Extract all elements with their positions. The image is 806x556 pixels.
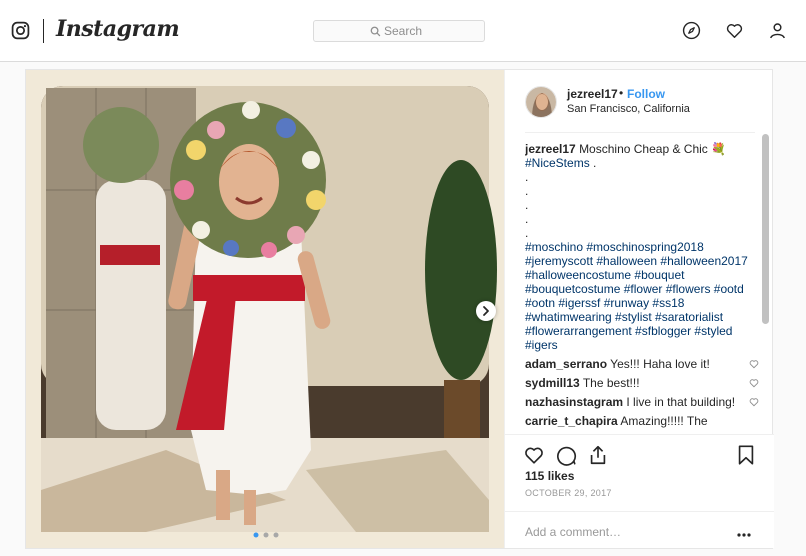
caption-dot: .: [525, 184, 529, 198]
nav-divider: [43, 19, 44, 43]
like-heart-icon[interactable]: [523, 444, 545, 466]
caption-dot: .: [525, 198, 529, 212]
comments-panel[interactable]: jezreel17 Moschino Cheap & Chic 💐 #NiceS…: [525, 142, 759, 434]
explore-compass-icon[interactable]: [682, 21, 701, 40]
caption-dot: .: [525, 170, 529, 184]
comment-text: I live in that building!: [626, 395, 736, 409]
likes-count[interactable]: 115 likes: [525, 469, 574, 483]
header-divider: [525, 132, 755, 133]
post-author-username[interactable]: jezreel17: [567, 87, 618, 101]
caption-hashtag[interactable]: #NiceStems: [525, 156, 590, 170]
post-card: jezreel17 • Follow San Francisco, Califo…: [25, 69, 774, 549]
caption-text: Moschino Cheap & Chic 💐: [579, 142, 727, 156]
comment-user[interactable]: nazhasinstagram: [525, 395, 623, 409]
separator-dot: •: [619, 86, 624, 100]
activity-heart-icon[interactable]: [725, 21, 744, 40]
post-photo[interactable]: [26, 70, 504, 548]
caption-hashtags[interactable]: #moschino #moschinospring2018 #jeremysco…: [525, 240, 748, 352]
comment-text: The best!!!: [582, 376, 640, 390]
comment-item: adam_serrano Yes!!! Haha love it!: [525, 357, 759, 371]
more-options-icon[interactable]: [736, 532, 752, 538]
avatar[interactable]: [525, 86, 557, 118]
instagram-wordmark[interactable]: Instagram: [56, 16, 180, 42]
next-arrow-icon[interactable]: [476, 301, 496, 321]
comment-text: Yes!!! Haha love it!: [610, 357, 710, 371]
search-box[interactable]: [313, 20, 485, 42]
top-nav: Instagram: [0, 0, 806, 62]
comments-scrollbar[interactable]: [762, 134, 769, 324]
carousel-dots: [253, 532, 279, 538]
caption-dot: .: [525, 226, 529, 240]
post-actions: 115 likes OCTOBER 29, 2017: [505, 434, 774, 548]
instagram-glyph-icon[interactable]: [11, 21, 30, 40]
post-header: jezreel17 • Follow San Francisco, Califo…: [505, 70, 774, 133]
add-comment-divider: [505, 511, 774, 512]
caption-author[interactable]: jezreel17: [525, 142, 576, 156]
comment-user[interactable]: carrie_t_chapira: [525, 414, 618, 428]
comment-item: sydmill13 The best!!!: [525, 376, 759, 390]
comment-like-heart-icon[interactable]: [749, 397, 759, 407]
comment-item: carrie_t_chapira Amazing!!!!! The: [525, 414, 759, 428]
comment-like-heart-icon[interactable]: [749, 378, 759, 388]
caption-suffix: .: [589, 156, 597, 170]
comment-user[interactable]: sydmill13: [525, 376, 580, 390]
comment-like-heart-icon[interactable]: [749, 359, 759, 369]
post-sidebar: jezreel17 • Follow San Francisco, Califo…: [504, 70, 774, 548]
follow-button[interactable]: Follow: [627, 87, 665, 101]
caption-dot: .: [525, 212, 529, 226]
post-location[interactable]: San Francisco, California: [567, 103, 690, 115]
search-input[interactable]: [314, 21, 484, 41]
share-icon[interactable]: [587, 444, 609, 466]
add-comment-input[interactable]: [525, 519, 725, 545]
profile-person-icon[interactable]: [768, 21, 787, 40]
post-date[interactable]: OCTOBER 29, 2017: [525, 488, 612, 498]
save-bookmark-icon[interactable]: [735, 444, 757, 466]
comment-text: Amazing!!!!! The: [620, 414, 708, 428]
post-caption: jezreel17 Moschino Cheap & Chic 💐 #NiceS…: [525, 142, 759, 352]
comment-bubble-icon[interactable]: [555, 444, 577, 466]
comment-user[interactable]: adam_serrano: [525, 357, 607, 371]
comment-item: nazhasinstagram I live in that building!: [525, 395, 759, 409]
